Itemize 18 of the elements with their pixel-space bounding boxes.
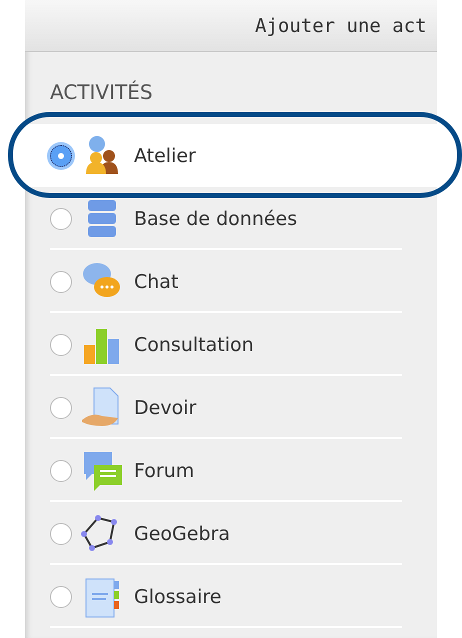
radio-button[interactable]: [50, 586, 72, 608]
activity-label[interactable]: Forum: [134, 460, 194, 482]
section-title: ACTIVITÉS: [49, 79, 154, 106]
activity-label[interactable]: Base de données: [134, 208, 298, 230]
radio-button[interactable]: [50, 270, 72, 292]
activity-label[interactable]: Consultation: [134, 334, 254, 356]
radio-button[interactable]: [50, 334, 72, 356]
activity-label[interactable]: Atelier: [134, 144, 196, 166]
radio-button[interactable]: [50, 460, 72, 482]
activity-label[interactable]: Glossaire: [134, 586, 222, 608]
activity-label[interactable]: Devoir: [134, 396, 196, 418]
radio-button[interactable]: [50, 396, 72, 418]
radio-button[interactable]: [50, 144, 72, 166]
activity-label[interactable]: GeoGebra: [134, 522, 230, 544]
activity-label[interactable]: Chat: [134, 270, 178, 292]
radio-button[interactable]: [50, 208, 72, 230]
radio-button[interactable]: [50, 522, 72, 544]
header-title: Ajouter une act: [255, 14, 427, 36]
